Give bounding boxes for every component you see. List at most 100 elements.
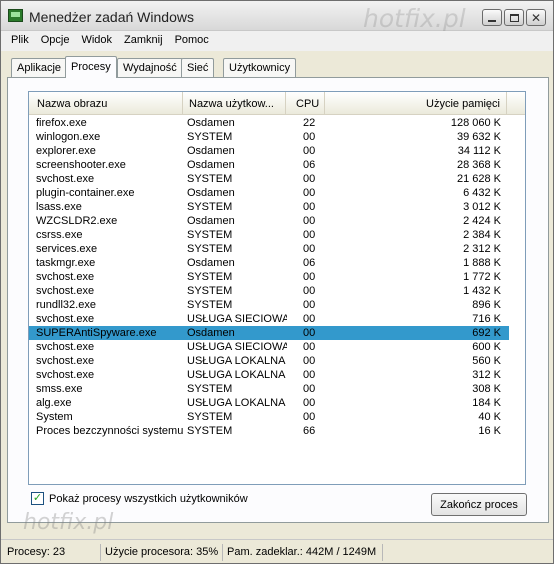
process-memory: 40 K <box>478 411 501 423</box>
process-user-name: SYSTEM <box>187 285 233 297</box>
process-image-name: svchost.exe <box>36 341 95 353</box>
process-row[interactable]: svchost.exe SYSTEM 00 1 432 K <box>29 284 509 298</box>
process-user-name: USŁUGA LOKALNA <box>187 397 286 409</box>
column-image-name[interactable]: Nazwa obrazu <box>29 92 183 115</box>
process-image-name: rundll32.exe <box>36 299 96 311</box>
title-bar[interactable]: Menedżer zadań Windows hotfix.pl ✕ <box>1 1 553 33</box>
process-memory: 600 K <box>472 341 501 353</box>
process-image-name: explorer.exe <box>36 145 96 157</box>
process-row[interactable]: csrss.exe SYSTEM 00 2 384 K <box>29 228 509 242</box>
checkmark-icon: ✓ <box>32 492 43 504</box>
status-process-count: Procesy: 23 <box>3 544 101 561</box>
process-row[interactable]: svchost.exe USŁUGA LOKALNA 00 560 K <box>29 354 509 368</box>
process-image-name: smss.exe <box>36 383 83 395</box>
task-manager-app-icon <box>8 9 23 22</box>
process-user-name: Osdamen <box>187 159 235 171</box>
tab-applications[interactable]: Aplikacje <box>11 58 68 77</box>
process-list[interactable]: Nazwa obrazu Nazwa użytkow... CPU Użycie… <box>28 91 526 485</box>
process-row[interactable]: System SYSTEM 00 40 K <box>29 410 509 424</box>
process-cpu: 22 <box>303 117 316 129</box>
process-row[interactable]: winlogon.exe SYSTEM 00 39 632 K <box>29 130 509 144</box>
menu-help[interactable]: Pomoc <box>169 31 215 51</box>
tab-performance[interactable]: Wydajność <box>117 58 183 77</box>
process-cpu: 00 <box>303 341 316 353</box>
process-cpu: 00 <box>303 397 316 409</box>
process-user-name: Osdamen <box>187 187 235 199</box>
process-row[interactable]: firefox.exe Osdamen 22 128 060 K <box>29 116 509 130</box>
process-memory: 2 312 K <box>463 243 501 255</box>
column-user-name[interactable]: Nazwa użytkow... <box>183 92 286 115</box>
process-row[interactable]: Proces bezczynności systemu SYSTEM 66 16 K <box>29 424 509 438</box>
process-image-name: svchost.exe <box>36 355 95 367</box>
process-cpu: 00 <box>303 383 316 395</box>
process-row[interactable]: svchost.exe SYSTEM 00 1 772 K <box>29 270 509 284</box>
process-user-name: USŁUGA SIECIOWA <box>187 313 287 325</box>
process-user-name: SYSTEM <box>187 131 233 143</box>
menu-options[interactable]: Opcje <box>35 31 76 51</box>
process-memory: 6 432 K <box>463 187 501 199</box>
process-memory: 21 628 K <box>456 173 501 185</box>
process-memory: 16 K <box>478 425 501 437</box>
status-commit-charge: Pam. zadeklar.: 442M / 1249M <box>223 544 383 561</box>
process-user-name: USŁUGA LOKALNA <box>187 355 286 367</box>
process-user-name: USŁUGA LOKALNA <box>187 369 286 381</box>
process-user-name: Osdamen <box>187 145 235 157</box>
process-row[interactable]: taskmgr.exe Osdamen 06 1 888 K <box>29 256 509 270</box>
process-row[interactable]: lsass.exe SYSTEM 00 3 012 K <box>29 200 509 214</box>
process-cpu: 00 <box>303 131 316 143</box>
process-memory: 128 060 K <box>450 117 501 129</box>
process-cpu: 00 <box>303 243 316 255</box>
process-memory: 39 632 K <box>456 131 501 143</box>
process-row[interactable]: alg.exe USŁUGA LOKALNA 00 184 K <box>29 396 509 410</box>
process-user-name: SYSTEM <box>187 173 233 185</box>
process-row[interactable]: svchost.exe USŁUGA LOKALNA 00 312 K <box>29 368 509 382</box>
maximize-button[interactable] <box>504 9 524 26</box>
process-cpu: 06 <box>303 159 316 171</box>
process-image-name: winlogon.exe <box>36 131 101 143</box>
process-image-name: svchost.exe <box>36 271 95 283</box>
menu-shutdown[interactable]: Zamknij <box>118 31 169 51</box>
process-row[interactable]: plugin-container.exe Osdamen 00 6 432 K <box>29 186 509 200</box>
process-image-name: svchost.exe <box>36 173 95 185</box>
process-cpu: 00 <box>303 229 316 241</box>
process-memory: 3 012 K <box>463 201 501 213</box>
process-row[interactable]: smss.exe SYSTEM 00 308 K <box>29 382 509 396</box>
column-cpu[interactable]: CPU <box>286 92 325 115</box>
process-cpu: 66 <box>303 425 316 437</box>
process-memory: 2 384 K <box>463 229 501 241</box>
process-row[interactable]: services.exe SYSTEM 00 2 312 K <box>29 242 509 256</box>
process-row[interactable]: explorer.exe Osdamen 00 34 112 K <box>29 144 509 158</box>
menu-view[interactable]: Widok <box>75 31 118 51</box>
process-memory: 184 K <box>472 397 501 409</box>
process-memory: 312 K <box>472 369 501 381</box>
process-memory: 34 112 K <box>457 145 501 157</box>
tab-processes[interactable]: Procesy <box>65 56 117 78</box>
process-row[interactable]: svchost.exe USŁUGA SIECIOWA 00 600 K <box>29 340 509 354</box>
process-image-name: plugin-container.exe <box>36 187 135 199</box>
process-image-name: Proces bezczynności systemu <box>36 425 184 437</box>
process-row[interactable]: screenshooter.exe Osdamen 06 28 368 K <box>29 158 509 172</box>
tab-users[interactable]: Użytkownicy <box>223 58 297 77</box>
process-row[interactable]: svchost.exe USŁUGA SIECIOWA 00 716 K <box>29 312 509 326</box>
end-process-button[interactable]: Zakończ proces <box>431 493 527 516</box>
menu-file[interactable]: Plik <box>5 31 35 51</box>
tab-network[interactable]: Sieć <box>181 58 215 77</box>
minimize-button[interactable] <box>482 9 502 26</box>
process-row[interactable]: rundll32.exe SYSTEM 00 896 K <box>29 298 509 312</box>
process-user-name: SYSTEM <box>187 229 233 241</box>
status-bar: Procesy: 23 Użycie procesora: 35% Pam. z… <box>1 539 553 563</box>
show-all-users-checkbox[interactable]: ✓ <box>31 492 44 505</box>
process-image-name: alg.exe <box>36 397 72 409</box>
close-button[interactable]: ✕ <box>526 9 546 26</box>
process-memory: 716 K <box>472 313 501 325</box>
process-cpu: 00 <box>303 369 316 381</box>
process-row[interactable]: svchost.exe SYSTEM 00 21 628 K <box>29 172 509 186</box>
process-image-name: svchost.exe <box>36 369 95 381</box>
process-row[interactable]: SUPERAntiSpyware.exe Osdamen 00 692 K <box>29 326 509 340</box>
process-user-name: Osdamen <box>187 257 235 269</box>
process-image-name: SUPERAntiSpyware.exe <box>36 327 157 339</box>
process-row[interactable]: WZCSLDR2.exe Osdamen 00 2 424 K <box>29 214 509 228</box>
process-image-name: System <box>36 411 73 423</box>
show-all-users-option[interactable]: ✓ Pokaż procesy wszystkich użytkowników <box>31 492 248 505</box>
column-memory[interactable]: Użycie pamięci <box>325 92 507 115</box>
